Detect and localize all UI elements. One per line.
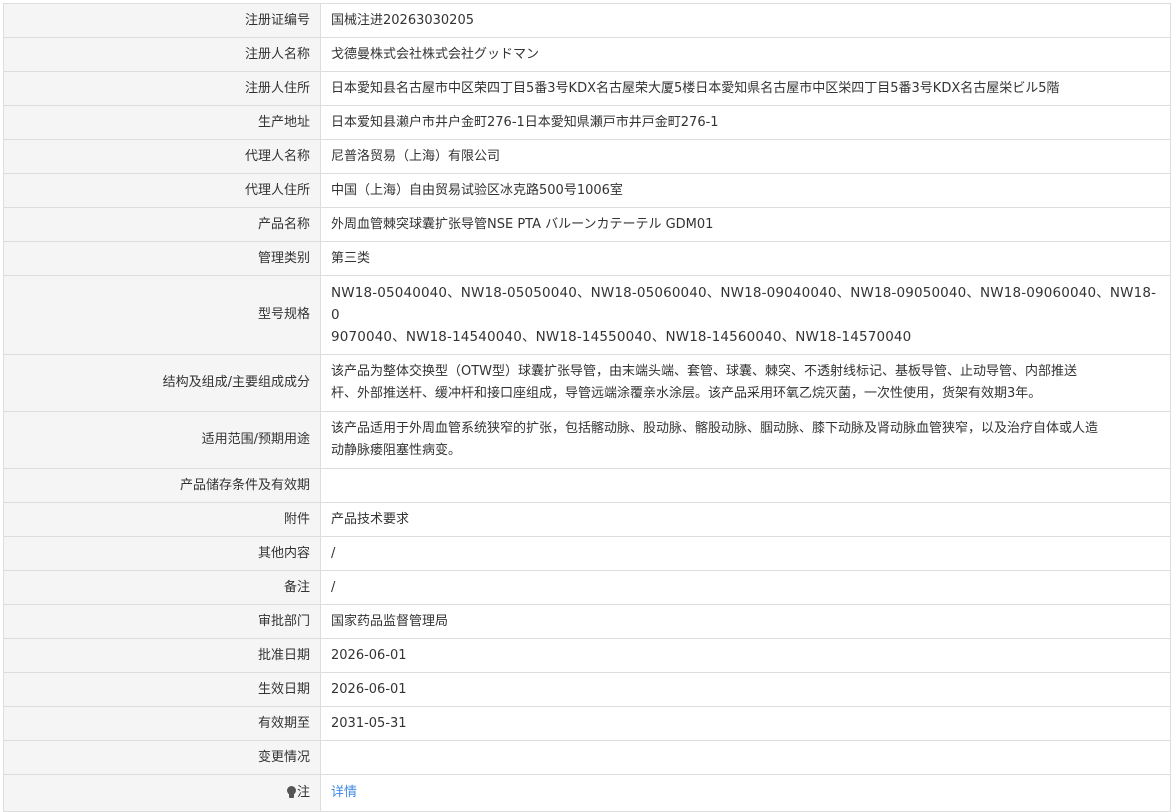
product-name-value: 外周血管棘突球囊扩张导管NSE PTA バルーンカテーテル GDM01 <box>320 207 1171 242</box>
registration-number-label: 注册证编号 <box>3 3 321 38</box>
registration-number-value: 国械注进20263030205 <box>320 3 1171 38</box>
management-category-label: 管理类别 <box>3 241 321 276</box>
registrant-name-value: 戈德曼株式会社株式会社グッドマン <box>320 37 1171 72</box>
model-specifications-line: NW18-05040040、NW18-05050040、NW18-0506004… <box>331 285 1157 323</box>
production-address-value: 日本爱知县濑户市井户金町276-1日本愛知県瀬戸市井戸金町276-1 <box>320 105 1171 140</box>
approval-department-label: 审批部门 <box>3 604 321 639</box>
row-remarks: 备注 / <box>3 570 1171 605</box>
effective-date-label: 生效日期 <box>3 672 321 707</box>
intended-use-label: 适用范围/预期用途 <box>3 411 321 469</box>
row-registrant-name: 注册人名称 戈德曼株式会社株式会社グッドマン <box>3 37 1171 72</box>
management-category-value: 第三类 <box>320 241 1171 276</box>
row-approval-date: 批准日期 2026-06-01 <box>3 638 1171 673</box>
row-registrant-address: 注册人住所 日本愛知县名古屋市中区荣四丁目5番3号KDX名古屋荣大厦5楼日本愛知… <box>3 71 1171 106</box>
row-product-name: 产品名称 外周血管棘突球囊扩张导管NSE PTA バルーンカテーテル GDM01 <box>3 207 1171 242</box>
approval-date-value: 2026-06-01 <box>320 638 1171 673</box>
row-model-specifications: 型号规格 NW18-05040040、NW18-05050040、NW18-05… <box>3 275 1171 355</box>
structure-composition-value: 该产品为整体交换型（OTW型）球囊扩张导管，由末端头端、套管、球囊、棘突、不透射… <box>320 354 1171 412</box>
row-change-history: 变更情况 <box>3 740 1171 775</box>
registrant-address-value: 日本愛知县名古屋市中区荣四丁目5番3号KDX名古屋荣大厦5楼日本愛知県名古屋市中… <box>320 71 1171 106</box>
row-registration-number: 注册证编号 国械注进20263030205 <box>3 3 1171 38</box>
remarks-label: 备注 <box>3 570 321 605</box>
structure-composition-line: 该产品为整体交换型（OTW型）球囊扩张导管，由末端头端、套管、球囊、棘突、不透射… <box>331 364 1078 379</box>
other-content-value: / <box>320 536 1171 571</box>
intended-use-line: 该产品适用于外周血管系统狭窄的扩张，包括髂动脉、股动脉、髂股动脉、腘动脉、膝下动… <box>331 421 1099 436</box>
row-management-category: 管理类别 第三类 <box>3 241 1171 276</box>
row-note: 注 详情 <box>3 774 1171 812</box>
lightbulb-icon <box>286 786 296 798</box>
row-production-address: 生产地址 日本爱知县濑户市井户金町276-1日本愛知県瀬戸市井戸金町276-1 <box>3 105 1171 140</box>
details-link[interactable]: 详情 <box>331 785 357 800</box>
storage-conditions-label: 产品储存条件及有效期 <box>3 468 321 503</box>
row-agent-address: 代理人住所 中国（上海）自由贸易试验区冰克路500号1006室 <box>3 173 1171 208</box>
agent-address-label: 代理人住所 <box>3 173 321 208</box>
row-attachments: 附件 产品技术要求 <box>3 502 1171 537</box>
row-storage-conditions: 产品储存条件及有效期 <box>3 468 1171 503</box>
valid-until-label: 有效期至 <box>3 706 321 741</box>
intended-use-value: 该产品适用于外周血管系统狭窄的扩张，包括髂动脉、股动脉、髂股动脉、腘动脉、膝下动… <box>320 411 1171 469</box>
model-specifications-line: 9070040、NW18-14540040、NW18-14550040、NW18… <box>331 329 912 345</box>
valid-until-value: 2031-05-31 <box>320 706 1171 741</box>
row-agent-name: 代理人名称 尼普洛贸易（上海）有限公司 <box>3 139 1171 174</box>
structure-composition-label: 结构及组成/主要组成成分 <box>3 354 321 412</box>
approval-date-label: 批准日期 <box>3 638 321 673</box>
model-specifications-value: NW18-05040040、NW18-05050040、NW18-0506004… <box>320 275 1171 355</box>
attachments-label: 附件 <box>3 502 321 537</box>
note-label-cell: 注 <box>3 774 321 812</box>
change-history-label: 变更情况 <box>3 740 321 775</box>
storage-conditions-value <box>320 468 1171 503</box>
note-value: 详情 <box>320 774 1171 812</box>
other-content-label: 其他内容 <box>3 536 321 571</box>
agent-name-value: 尼普洛贸易（上海）有限公司 <box>320 139 1171 174</box>
approval-department-value: 国家药品监督管理局 <box>320 604 1171 639</box>
product-name-label: 产品名称 <box>3 207 321 242</box>
row-structure-composition: 结构及组成/主要组成成分 该产品为整体交换型（OTW型）球囊扩张导管，由末端头端… <box>3 354 1171 412</box>
row-effective-date: 生效日期 2026-06-01 <box>3 672 1171 707</box>
row-approval-department: 审批部门 国家药品监督管理局 <box>3 604 1171 639</box>
model-specifications-label: 型号规格 <box>3 275 321 355</box>
remarks-value: / <box>320 570 1171 605</box>
registrant-address-label: 注册人住所 <box>3 71 321 106</box>
structure-composition-line: 杆、外部推送杆、缓冲杆和接口座组成，导管远端涂覆亲水涂层。该产品采用环氧乙烷灭菌… <box>331 386 1042 401</box>
attachments-value: 产品技术要求 <box>320 502 1171 537</box>
effective-date-value: 2026-06-01 <box>320 672 1171 707</box>
row-other-content: 其他内容 / <box>3 536 1171 571</box>
note-label: 注 <box>296 785 310 800</box>
agent-address-value: 中国（上海）自由贸易试验区冰克路500号1006室 <box>320 173 1171 208</box>
change-history-value <box>320 740 1171 775</box>
row-valid-until: 有效期至 2031-05-31 <box>3 706 1171 741</box>
production-address-label: 生产地址 <box>3 105 321 140</box>
registrant-name-label: 注册人名称 <box>3 37 321 72</box>
agent-name-label: 代理人名称 <box>3 139 321 174</box>
intended-use-line: 动静脉瘘阻塞性病变。 <box>331 443 462 458</box>
registration-details-table: 注册证编号 国械注进20263030205 注册人名称 戈德曼株式会社株式会社グ… <box>3 3 1171 812</box>
row-intended-use: 适用范围/预期用途 该产品适用于外周血管系统狭窄的扩张，包括髂动脉、股动脉、髂股… <box>3 411 1171 469</box>
